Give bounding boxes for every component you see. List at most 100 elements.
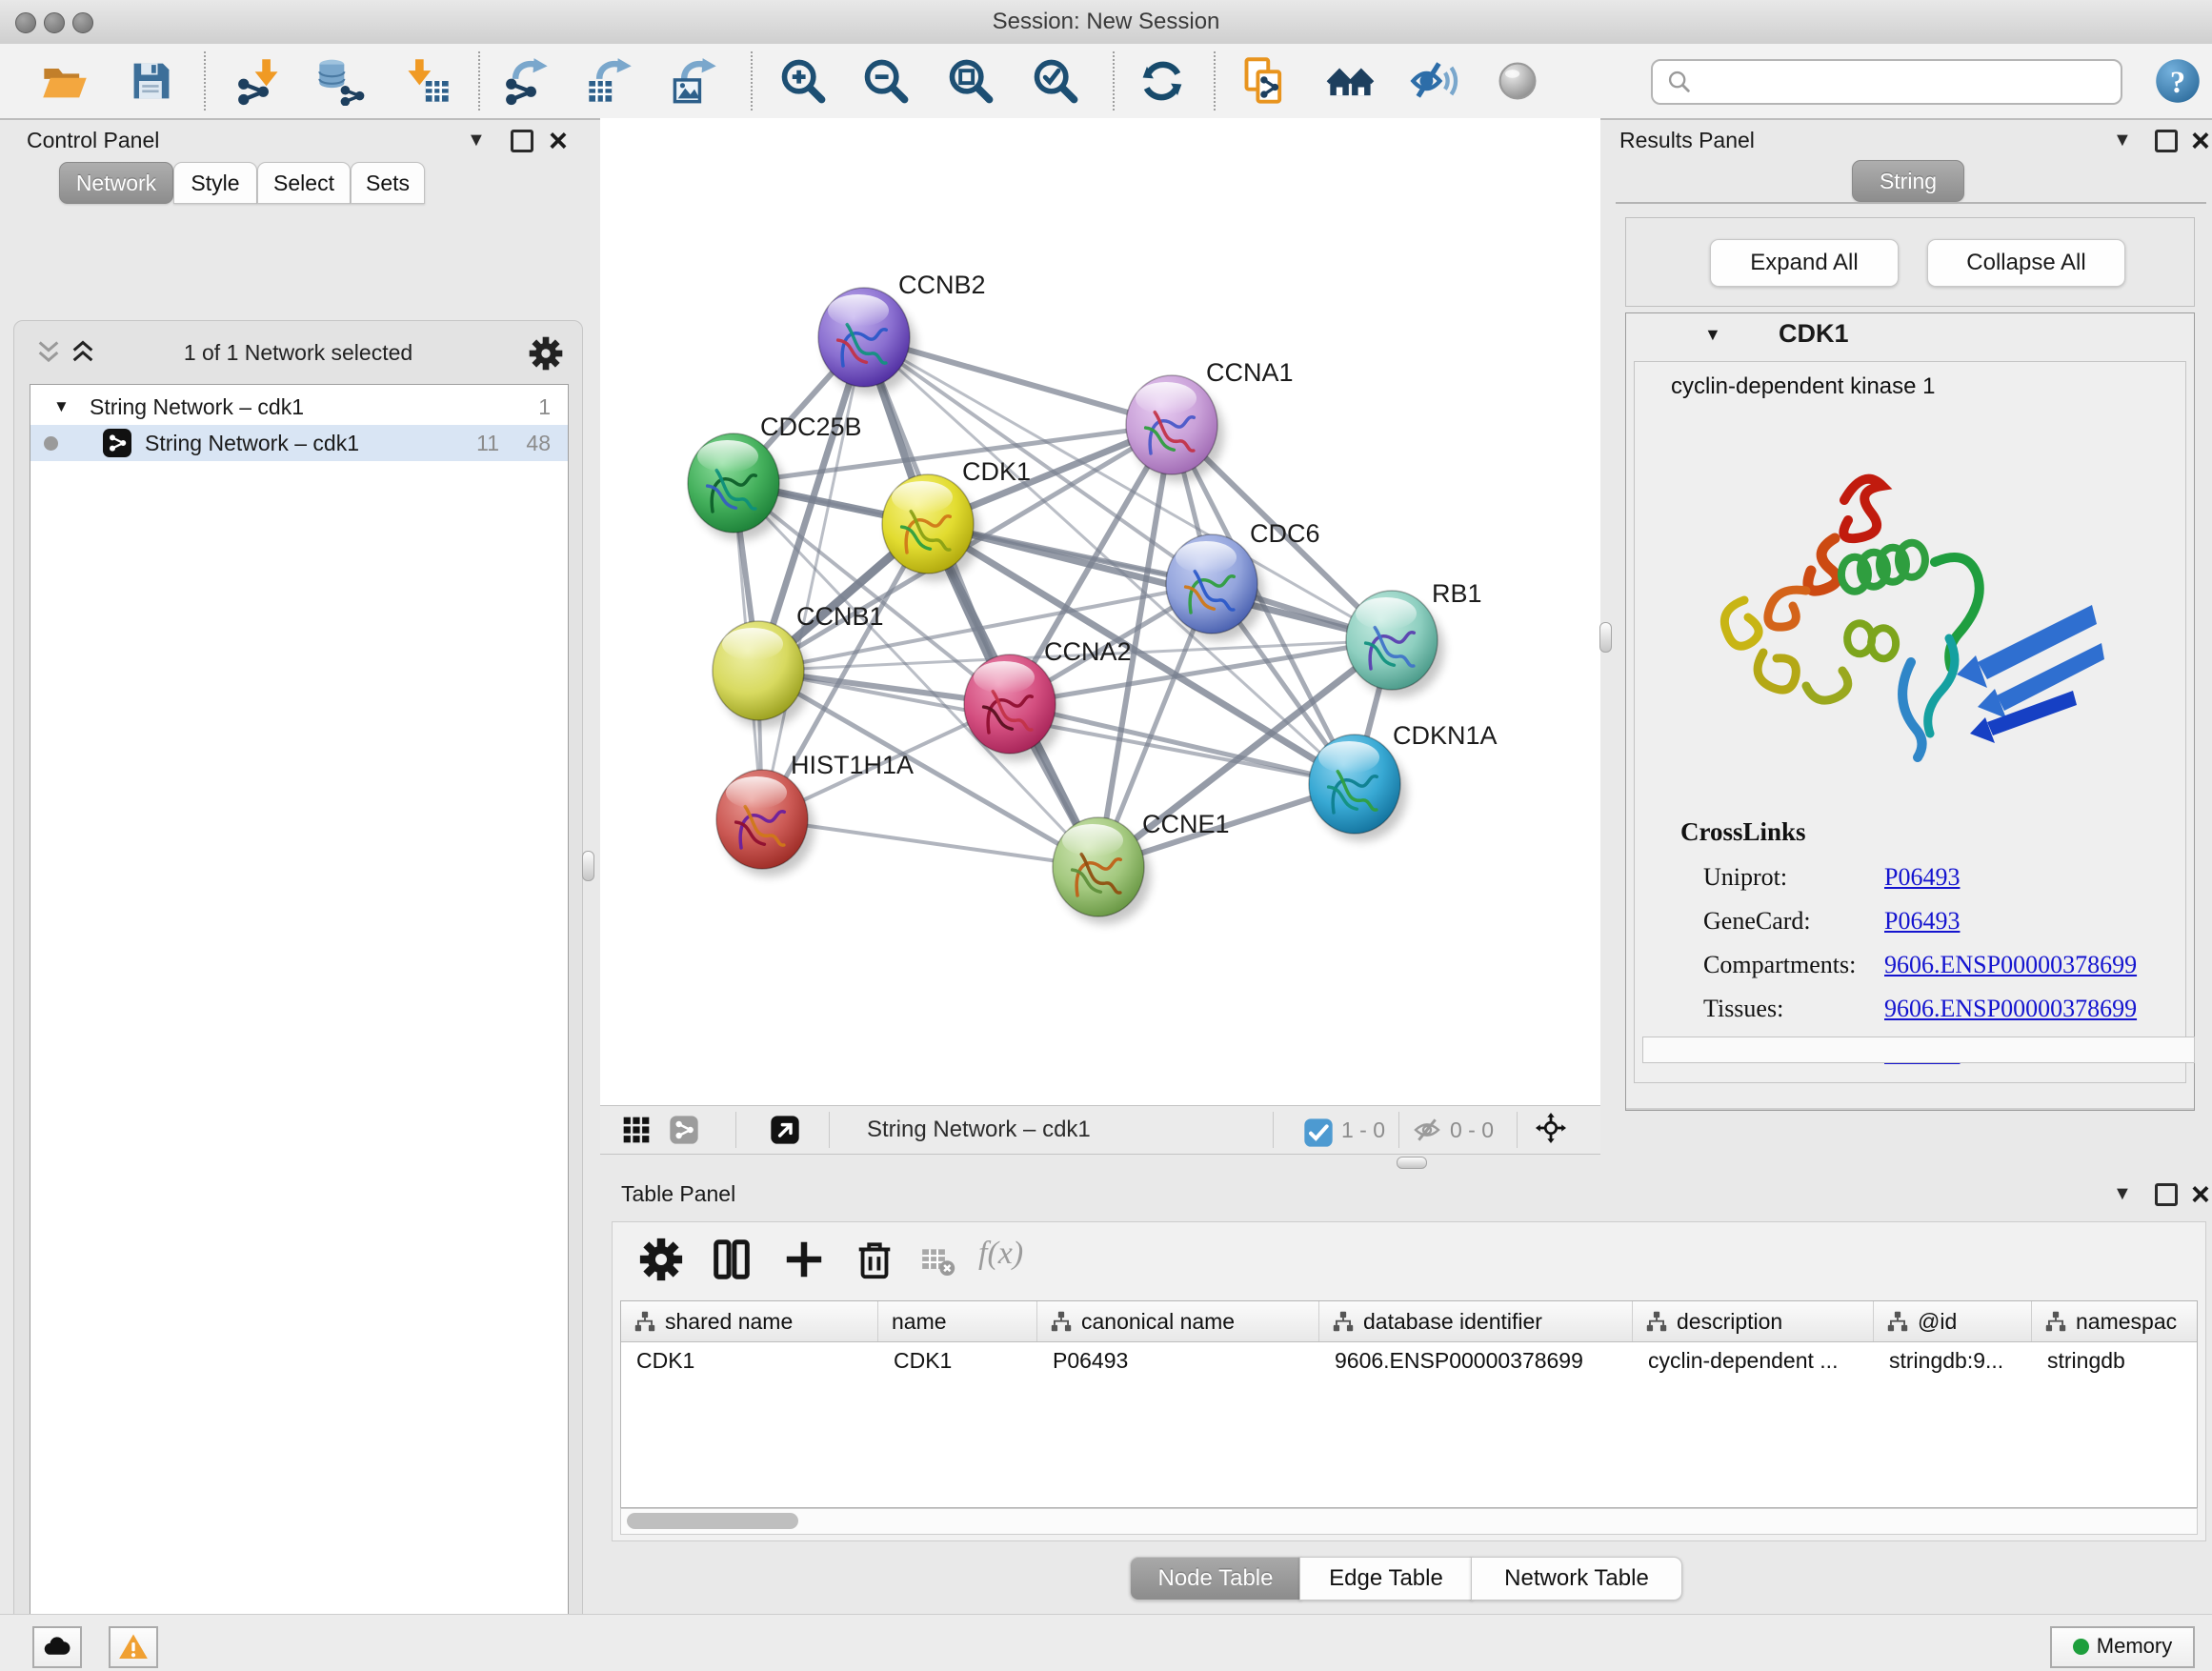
grid-view-icon[interactable] [621,1115,652,1145]
network-edge[interactable] [928,524,1392,640]
network-collection-row[interactable]: ▼ String Network – cdk1 1 [30,389,568,425]
birds-eye-view-icon[interactable] [770,1115,800,1145]
table-panel-close-icon[interactable]: × [2191,1183,2210,1206]
save-icon[interactable] [127,56,176,106]
share-document-icon[interactable] [1240,56,1290,106]
results-panel-float-icon[interactable] [2155,130,2178,152]
network-node-CDC25B[interactable] [688,433,786,540]
network-edge[interactable] [762,337,864,819]
tab-select[interactable]: Select [257,162,351,204]
table-horizontal-scrollbar[interactable] [620,1508,2198,1535]
crosslink-value-link[interactable]: 9606.ENSP00000378699 [1884,995,2137,1022]
table-cell[interactable]: cyclin-dependent ... [1633,1341,1874,1379]
results-panel-close-icon[interactable]: × [2191,130,2210,152]
column-header[interactable]: canonical name [1037,1301,1319,1341]
delete-column-icon[interactable] [853,1238,896,1281]
network-node-HIST1H1A[interactable] [716,770,814,876]
tab-string[interactable]: String [1852,160,1964,202]
crosslink-value-link[interactable]: P06493 [1884,907,1960,935]
function-builder-icon[interactable]: f(x) [978,1236,1023,1272]
selected-checkbox-icon[interactable] [1303,1117,1329,1143]
search-input[interactable] [1651,59,2122,105]
zoom-fit-icon[interactable] [946,56,995,106]
column-header[interactable]: @id [1874,1301,2032,1341]
table-panel-menu-caret-icon[interactable]: ▼ [2113,1183,2132,1205]
column-header[interactable]: name [878,1301,1037,1341]
network-node-CCNE1[interactable] [1053,817,1151,924]
control-panel-close-icon[interactable]: × [549,130,568,152]
tab-node-table[interactable]: Node Table [1130,1557,1301,1601]
scrollbar-thumb[interactable] [627,1513,798,1529]
table-cell[interactable]: 9606.ENSP00000378699 [1319,1341,1633,1379]
table-row[interactable]: CDK1CDK1P064939606.ENSP00000378699cyclin… [621,1341,2198,1379]
tab-sets[interactable]: Sets [351,162,425,204]
zoom-out-icon[interactable] [861,56,911,106]
network-node-CDKN1A[interactable] [1309,735,1407,841]
network-graph[interactable]: CCNB2CCNA1CDC25BCDK1CDC6RB1CCNB1CCNA2CDK… [600,118,1600,1105]
zoom-selected-icon[interactable] [1031,56,1080,106]
open-folder-icon[interactable] [40,56,90,106]
column-namespace-icon [634,1311,655,1332]
section-expander-icon[interactable]: ▼ [1704,325,1721,345]
tab-network-table[interactable]: Network Table [1471,1557,1682,1601]
crosslink-value-link[interactable]: P06493 [1884,863,1960,891]
network-node-CDK1[interactable] [882,474,980,581]
table-cell[interactable]: CDK1 [878,1341,1037,1379]
homes-icon[interactable] [1326,56,1376,106]
memory-button[interactable]: Memory [2050,1626,2195,1668]
pan-crosshair-icon[interactable] [1536,1113,1571,1148]
delete-table-icon[interactable] [919,1243,955,1279]
network-node-CCNA1[interactable] [1126,375,1224,482]
collapse-all-button[interactable]: Collapse All [1927,239,2125,287]
hidden-eye-slash-icon[interactable] [1412,1115,1442,1145]
control-panel-float-icon[interactable] [511,130,533,152]
import-table-icon[interactable] [403,56,452,106]
table-panel-float-icon[interactable] [2155,1183,2178,1206]
show-columns-icon[interactable] [710,1238,754,1281]
network-edge-count: 48 [526,425,551,461]
gene-section-header[interactable]: ▼ CDK1 [1626,313,2194,359]
table-cell[interactable]: P06493 [1037,1341,1319,1379]
network-node-RB1[interactable] [1346,591,1444,697]
export-table-icon[interactable] [585,56,634,106]
crosslink-row: Uniprot:P06493 [1703,856,2161,899]
expand-all-button[interactable]: Expand All [1710,239,1899,287]
import-network-icon[interactable] [234,56,284,106]
help-icon[interactable]: ? [2153,56,2202,106]
sphere-icon[interactable] [1493,56,1542,106]
export-image-icon[interactable] [670,56,719,106]
horizontal-splitter-handle[interactable] [1397,1157,1427,1169]
add-column-icon[interactable] [782,1238,826,1281]
cloud-button[interactable] [32,1626,82,1668]
table-cell[interactable]: CDK1 [621,1341,878,1379]
tab-edge-table[interactable]: Edge Table [1299,1557,1473,1601]
tab-network[interactable]: Network [59,162,173,204]
table-gear-icon[interactable] [639,1238,683,1281]
import-database-icon[interactable] [315,56,365,106]
network-node-CCNA2[interactable] [964,654,1062,761]
tree-expander-icon[interactable]: ▼ [53,389,70,425]
warnings-button[interactable] [109,1626,158,1668]
control-panel-menu-caret-icon[interactable]: ▼ [467,130,486,151]
left-splitter-handle[interactable] [582,851,594,881]
results-panel-menu-caret-icon[interactable]: ▼ [2113,130,2132,151]
table-cell[interactable]: stringdb:9... [1874,1341,2032,1379]
network-share-view-icon[interactable] [669,1115,699,1145]
gear-icon[interactable] [529,336,563,371]
tab-style[interactable]: Style [173,162,257,204]
network-row-selected[interactable]: String Network – cdk1 11 48 [30,425,568,461]
crosslink-value-link[interactable]: 9606.ENSP00000378699 [1884,951,2137,978]
export-network-icon[interactable] [502,56,552,106]
network-node-CCNB2[interactable] [818,288,916,394]
refresh-icon[interactable] [1137,56,1187,106]
network-canvas[interactable]: CCNB2CCNA1CDC25BCDK1CDC6RB1CCNB1CCNA2CDK… [600,118,1600,1105]
column-header[interactable]: description [1633,1301,1874,1341]
column-header[interactable]: namespac [2032,1301,2198,1341]
column-header[interactable]: database identifier [1319,1301,1633,1341]
results-scrollbar[interactable] [1642,1037,2195,1063]
zoom-in-icon[interactable] [778,56,828,106]
table-cell[interactable]: stringdb [2032,1341,2198,1379]
column-header[interactable]: shared name [621,1301,878,1341]
eye-hide-icon[interactable] [1409,56,1458,106]
table-panel-body: f(x) shared namenamecanonical namedataba… [612,1221,2206,1541]
